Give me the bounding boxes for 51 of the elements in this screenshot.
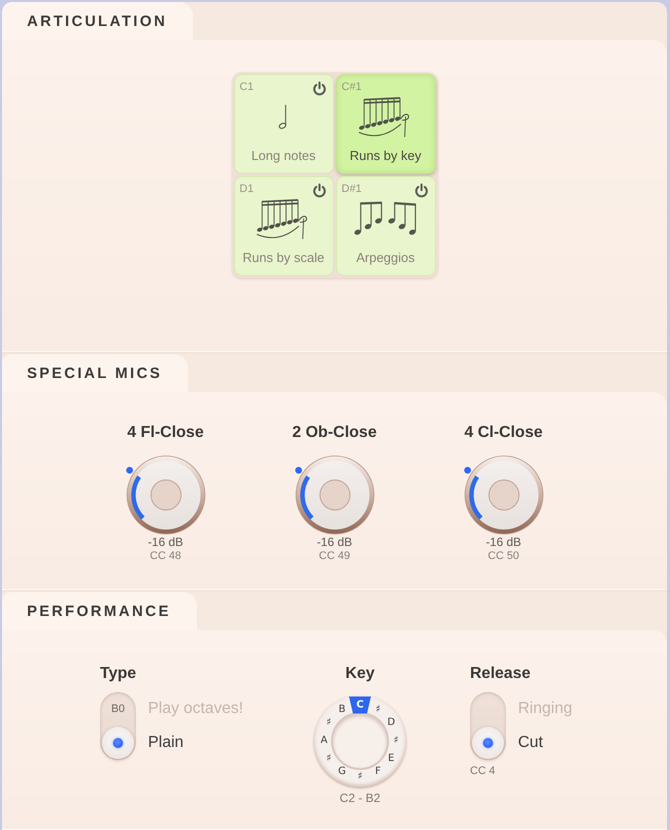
cc-label: CC 4 <box>470 764 496 778</box>
switch-option[interactable]: Cut <box>518 726 572 760</box>
articulation-name: Runs by scale <box>242 250 324 266</box>
range-label: C2 - B2 <box>340 791 380 805</box>
position-dot-icon <box>126 466 132 474</box>
note-button[interactable]: ♯ <box>320 752 337 766</box>
arpeggio-icon <box>352 200 418 236</box>
type-label: Type <box>100 664 136 684</box>
level-reading: -16 dB <box>486 535 522 549</box>
keyswitch-label: B0 <box>111 703 125 715</box>
switch-thumb[interactable] <box>472 727 504 759</box>
key-label: C1 <box>240 81 254 94</box>
level-reading: -16 dB <box>316 535 352 549</box>
note-button[interactable]: G <box>334 765 350 780</box>
mic-name: 2 Ob-Close <box>292 423 377 443</box>
mic-name: 4 Cl-Close <box>464 423 543 443</box>
key-label: D#1 <box>342 183 362 196</box>
section-header: PERFORMANCE <box>2 592 197 630</box>
articulation-name: Runs by key <box>350 148 422 164</box>
cc-label: CC 48 <box>150 549 182 563</box>
cc-label: CC 50 <box>488 549 520 563</box>
note-button[interactable]: E <box>383 752 400 766</box>
toggle-switch[interactable]: B0 <box>100 692 136 760</box>
section-header: SPECIAL MICS <box>2 354 188 392</box>
position-dot-icon <box>464 466 470 474</box>
power-icon[interactable] <box>312 183 326 198</box>
power-icon[interactable] <box>312 81 326 96</box>
key-label: D1 <box>240 183 254 196</box>
note-button[interactable]: ♯ <box>352 770 368 784</box>
switch-thumb[interactable] <box>102 727 134 759</box>
note-button[interactable]: F <box>370 765 386 780</box>
key-label: Key <box>345 664 375 684</box>
note-button[interactable]: D <box>383 716 400 730</box>
release-label: Release <box>470 664 530 684</box>
section-header: ARTICULATION <box>2 2 194 40</box>
note-button[interactable]: ♯ <box>320 716 337 730</box>
articulation-name: Arpeggios <box>356 250 415 266</box>
articulation-name: Long notes <box>251 148 316 164</box>
position-dot-icon <box>294 466 302 474</box>
toggle-switch[interactable] <box>470 692 506 760</box>
power-icon[interactable] <box>414 183 428 198</box>
level-reading: -16 dB <box>148 535 184 549</box>
articulation-pad[interactable]: C#1 Runs by key <box>336 74 436 174</box>
mic-name: 4 Fl-Close <box>127 423 204 443</box>
switch-option[interactable]: Plain <box>148 726 244 760</box>
key-label: C#1 <box>342 81 362 94</box>
note-button[interactable]: ♯ <box>388 734 404 748</box>
cc-label: CC 49 <box>318 549 350 563</box>
note-button[interactable]: B <box>334 702 350 717</box>
note-button[interactable]: A <box>316 734 332 748</box>
note-button[interactable]: ♯ <box>370 702 386 717</box>
